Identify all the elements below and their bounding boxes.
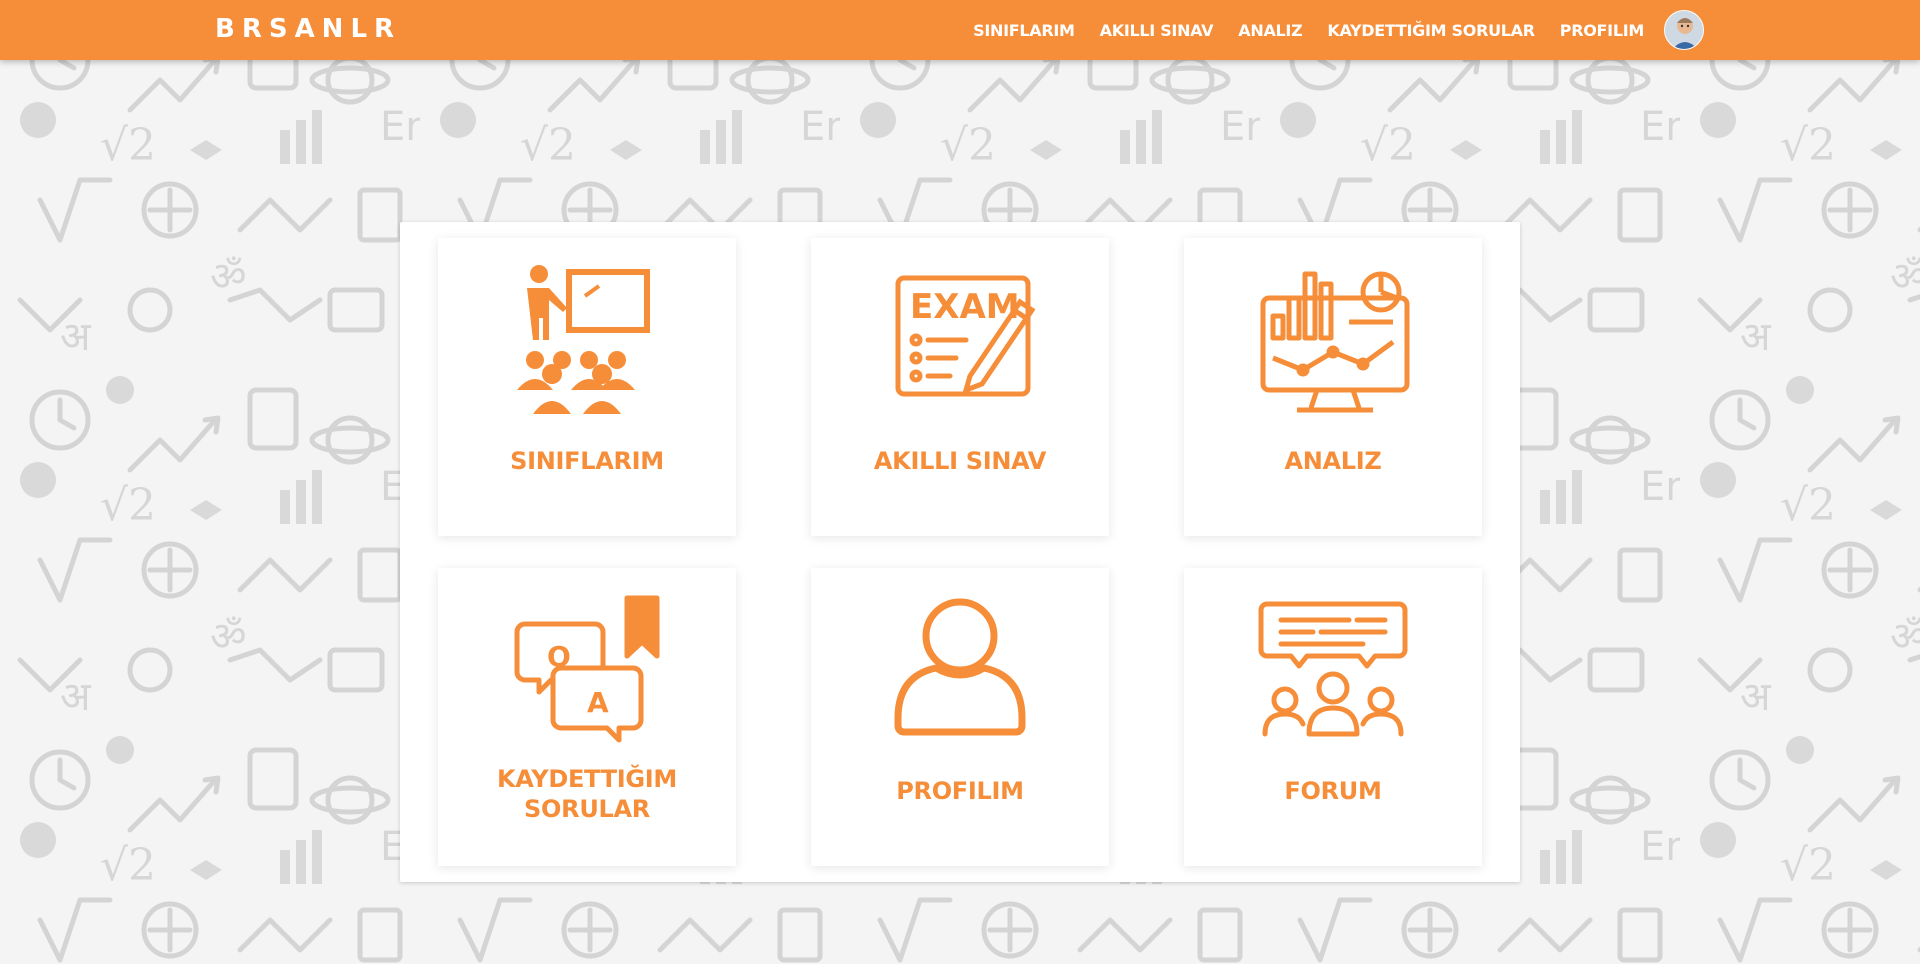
card-label: PROFILIM	[896, 777, 1024, 805]
card-label: AKILLI SINAV	[873, 447, 1047, 475]
nav-item-kaydettigim-sorular[interactable]: KAYDETTIĞIM SORULAR	[1327, 21, 1535, 40]
nav-item-akilli-sinav[interactable]: AKILLI SINAV	[1100, 21, 1214, 40]
exam-pencil-icon: EXAM	[811, 238, 1109, 438]
avatar-icon	[1665, 11, 1703, 49]
qa-bookmark-icon: Q A	[438, 568, 736, 768]
card-label: ANALIZ	[1284, 447, 1382, 475]
card-label-line1: KAYDETTIĞIM	[496, 765, 677, 793]
card-siniflarim[interactable]: SINIFLARIM	[438, 238, 736, 536]
card-label-line2: SORULAR	[524, 795, 650, 823]
nav-item-siniflarim[interactable]: SINIFLARIM	[973, 21, 1075, 40]
card-label: SINIFLARIM	[510, 447, 664, 475]
card-label: FORUM	[1284, 777, 1382, 805]
card-profilim[interactable]: PROFILIM	[811, 568, 1109, 866]
card-forum[interactable]: FORUM	[1184, 568, 1482, 866]
svg-text:EXAM: EXAM	[910, 287, 1020, 327]
svg-text:A: A	[587, 686, 609, 719]
forum-group-chat-icon	[1184, 568, 1482, 768]
user-profile-icon	[811, 568, 1109, 768]
nav-item-profilim[interactable]: PROFILIM	[1560, 21, 1645, 40]
card-analiz[interactable]: ANALIZ	[1184, 238, 1482, 536]
classroom-teacher-icon	[438, 238, 736, 438]
card-kaydettigim-sorular[interactable]: Q A KAYDETTIĞIM SORULAR	[438, 568, 736, 866]
card-akilli-sinav[interactable]: EXAM AKILLI SINAV	[811, 238, 1109, 536]
dashboard-panel: SINIFLARIM EXAM AKILLI SINAV ANALIZ Q A …	[400, 222, 1520, 882]
brand-logo[interactable]: BRSANLR	[215, 14, 401, 44]
nav-links: SINIFLARIM AKILLI SINAV ANALIZ KAYDETTIĞ…	[973, 0, 1644, 60]
user-avatar[interactable]	[1664, 10, 1704, 50]
nav-item-analiz[interactable]: ANALIZ	[1238, 21, 1302, 40]
analytics-monitor-icon	[1184, 238, 1482, 438]
top-navbar: BRSANLR SINIFLARIM AKILLI SINAV ANALIZ K…	[0, 0, 1920, 60]
